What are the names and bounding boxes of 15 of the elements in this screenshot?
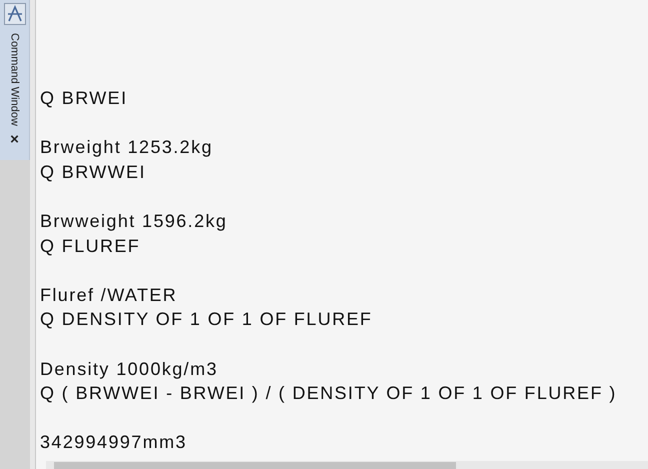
horizontal-scrollbar[interactable] <box>46 461 648 469</box>
output-line: Fluref /WATER <box>40 284 178 307</box>
command-line: Q FLUREF <box>40 234 142 258</box>
output-line: Brweight 1253.2kg <box>40 136 214 160</box>
command-line: Q DENSITY OF 1 OF 1 OF FLUREF <box>40 308 374 332</box>
command-window-tab[interactable]: Command Window × <box>0 0 30 160</box>
command-line: Q BRWEI <box>40 87 128 110</box>
panel-title: Command Window <box>8 33 20 126</box>
close-icon[interactable]: × <box>10 132 19 147</box>
command-line: Q ( BRWWEI - BRWEI ) / ( DENSITY OF 1 OF 1 OF FLUREF ) <box>40 382 618 406</box>
scrollbar-thumb[interactable] <box>54 462 456 469</box>
command-line: Q BRWWEI <box>40 160 147 184</box>
output-line: Brwweight 1596.2kg <box>40 210 228 233</box>
output-line: Density 1000kg/m3 <box>40 358 219 381</box>
output-line: 342994997mm3 <box>40 431 188 454</box>
